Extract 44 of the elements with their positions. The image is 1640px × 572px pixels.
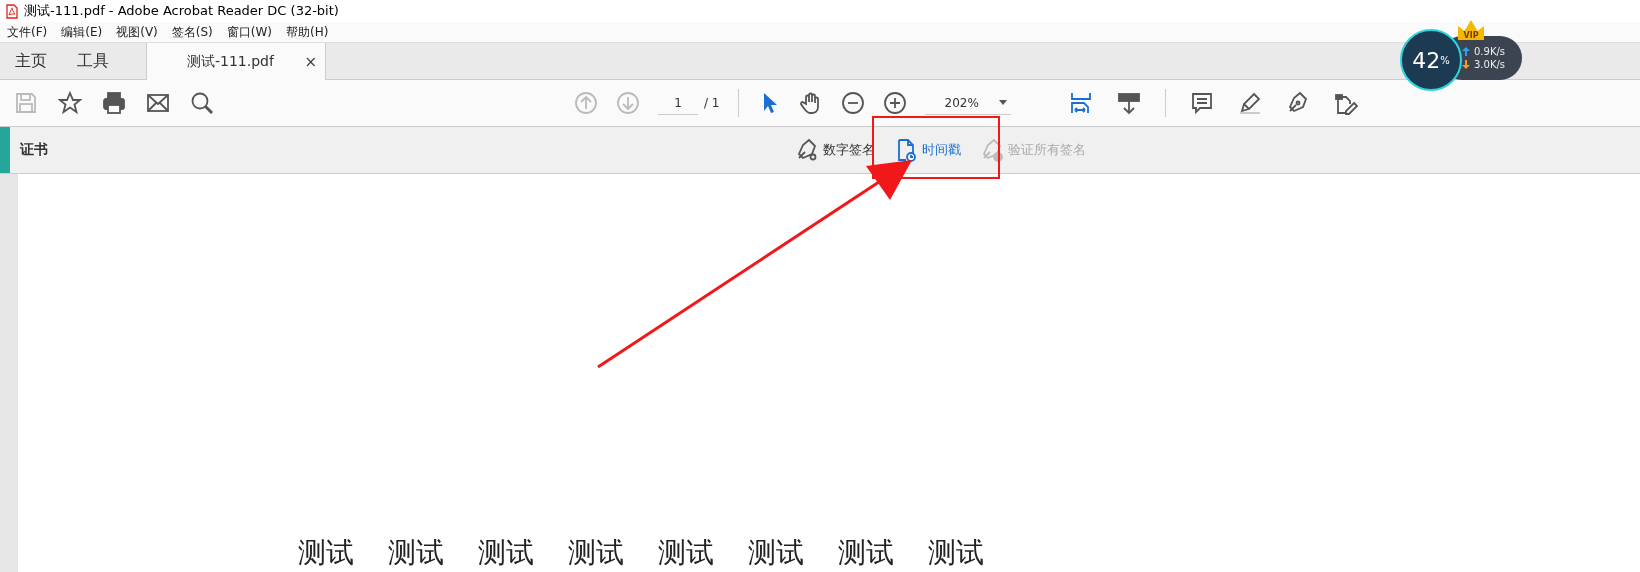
menu-item[interactable]: 窗口(W) (226, 23, 272, 41)
document-text: 测试 (748, 535, 804, 571)
fit-width-icon[interactable] (1068, 91, 1093, 115)
pen-check-icon (980, 138, 1004, 162)
edit-document-icon[interactable] (1333, 91, 1358, 115)
menu-item[interactable]: 视图(V) (116, 23, 158, 41)
menu-item[interactable]: 文件(F) (7, 23, 48, 41)
upload-speed: 0.9K/s (1474, 46, 1506, 57)
tab[interactable]: 主页 (0, 43, 62, 79)
menu-item[interactable]: 编辑(E) (61, 23, 103, 41)
window-title: 测试-111.pdf - Adobe Acrobat Reader DC (32-bit) (24, 2, 339, 20)
page-total: / 1 (704, 96, 720, 110)
document-text: 测试 (298, 535, 354, 571)
document-text: 测试 (478, 535, 534, 571)
download-arrow-icon (1462, 60, 1470, 69)
zoom-dropdown[interactable]: 202% (924, 91, 1011, 115)
download-speed: 3.0K/s (1474, 59, 1506, 70)
pdf-file-icon (6, 3, 18, 19)
search-icon[interactable] (190, 91, 214, 115)
highlighter-icon[interactable] (1237, 91, 1262, 115)
scroll-mode-icon[interactable] (1116, 91, 1141, 115)
page-number-field[interactable]: 1 (658, 91, 698, 115)
document-text: 测试 (658, 535, 714, 571)
document-text: 测试 (838, 535, 894, 571)
document-text: 测试 (568, 535, 624, 571)
star-icon[interactable] (58, 91, 82, 115)
comment-icon[interactable] (1189, 91, 1214, 115)
tab[interactable]: 测试-111.pdf × (146, 43, 326, 80)
close-icon[interactable]: × (304, 52, 317, 71)
zoom-in-icon[interactable] (882, 91, 907, 115)
tab[interactable]: 工具 (62, 43, 124, 79)
panel-accent-bar (0, 127, 10, 173)
timestamp-button[interactable]: 时间戳 (894, 138, 961, 162)
panel-title: 证书 (20, 141, 49, 159)
upload-arrow-icon (1462, 47, 1470, 56)
zoom-out-icon[interactable] (840, 91, 865, 115)
menu-item[interactable]: 帮助(H) (286, 23, 329, 41)
printer-icon[interactable] (102, 91, 126, 115)
envelope-icon[interactable] (146, 91, 170, 115)
document-text: 测试 (388, 535, 444, 571)
document-text: 测试 (928, 535, 984, 571)
menu-item[interactable]: 签名(S) (171, 23, 213, 41)
caret-icon (998, 100, 1007, 105)
pen-seal-icon (795, 138, 819, 162)
